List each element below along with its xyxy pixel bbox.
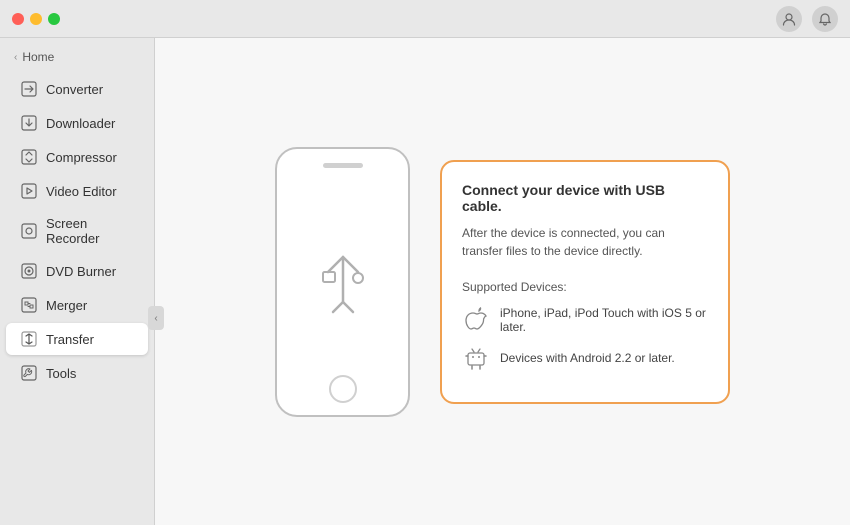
notification-icon[interactable] (812, 6, 838, 32)
sidebar-item-converter[interactable]: Converter (6, 73, 148, 105)
sidebar-collapse-button[interactable]: ‹ (148, 306, 164, 330)
user-icon[interactable] (776, 6, 802, 32)
transfer-label: Transfer (46, 332, 94, 347)
compressor-label: Compressor (46, 150, 117, 165)
transfer-icon (20, 330, 38, 348)
apple-device-text: iPhone, iPad, iPod Touch with iOS 5 or l… (500, 306, 708, 334)
dvd-burner-label: DVD Burner (46, 264, 116, 279)
screen-recorder-icon (20, 222, 38, 240)
apple-device-icon (462, 306, 490, 334)
minimize-button[interactable] (30, 13, 42, 25)
sidebar-home[interactable]: ‹ Home (0, 46, 154, 72)
sidebar-item-transfer[interactable]: Transfer (6, 323, 148, 355)
compressor-icon (20, 148, 38, 166)
android-device-icon (462, 344, 490, 372)
close-button[interactable] (12, 13, 24, 25)
video-editor-label: Video Editor (46, 184, 117, 199)
card-title: Connect your device with USB cable. (462, 182, 708, 214)
content-area: Connect your device with USB cable. Afte… (155, 38, 850, 525)
sidebar-item-compressor[interactable]: Compressor (6, 141, 148, 173)
merger-label: Merger (46, 298, 87, 313)
downloader-icon (20, 114, 38, 132)
home-label: Home (22, 50, 54, 64)
downloader-label: Downloader (46, 116, 115, 131)
transfer-container: Connect your device with USB cable. Afte… (275, 147, 730, 417)
converter-label: Converter (46, 82, 103, 97)
screen-recorder-label: Screen Recorder (46, 216, 134, 246)
sidebar-item-downloader[interactable]: Downloader (6, 107, 148, 139)
device-item-android: Devices with Android 2.2 or later. (462, 344, 708, 372)
main-layout: ‹ Home Converter Downloader (0, 38, 850, 525)
maximize-button[interactable] (48, 13, 60, 25)
usb-symbol (318, 247, 368, 317)
phone-speaker (323, 163, 363, 168)
converter-icon (20, 80, 38, 98)
android-device-text: Devices with Android 2.2 or later. (500, 351, 675, 365)
sidebar: ‹ Home Converter Downloader (0, 38, 155, 525)
phone-home-button (329, 375, 357, 403)
titlebar-icons (776, 6, 838, 32)
sidebar-item-screen-recorder[interactable]: Screen Recorder (6, 209, 148, 253)
tools-label: Tools (46, 366, 76, 381)
traffic-lights (12, 13, 60, 25)
sidebar-item-video-editor[interactable]: Video Editor (6, 175, 148, 207)
tools-icon (20, 364, 38, 382)
device-item-apple: iPhone, iPad, iPod Touch with iOS 5 or l… (462, 306, 708, 334)
titlebar (0, 0, 850, 38)
info-card: Connect your device with USB cable. Afte… (440, 160, 730, 404)
sidebar-item-merger[interactable]: Merger (6, 289, 148, 321)
chevron-icon: ‹ (14, 52, 17, 63)
phone-illustration (275, 147, 410, 417)
sidebar-item-dvd-burner[interactable]: DVD Burner (6, 255, 148, 287)
supported-devices-label: Supported Devices: (462, 280, 708, 294)
sidebar-item-tools[interactable]: Tools (6, 357, 148, 389)
card-description: After the device is connected, you can t… (462, 224, 708, 260)
merger-icon (20, 296, 38, 314)
video-editor-icon (20, 182, 38, 200)
dvd-burner-icon (20, 262, 38, 280)
